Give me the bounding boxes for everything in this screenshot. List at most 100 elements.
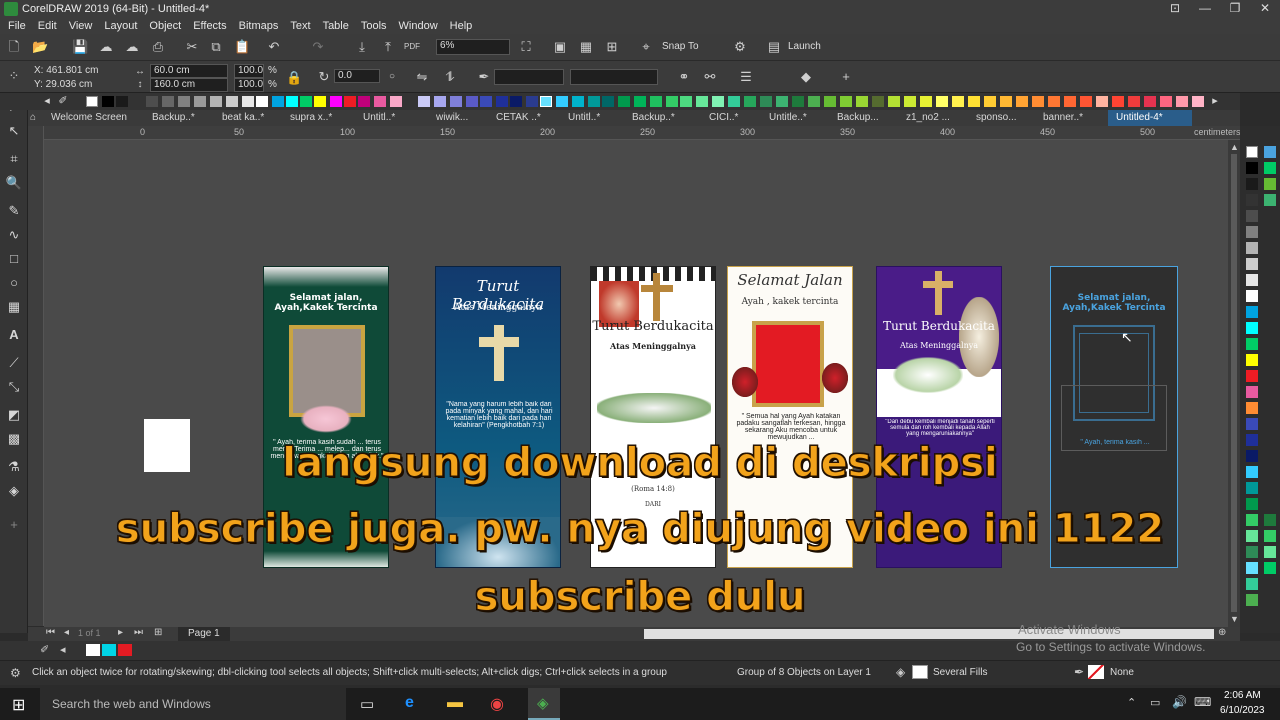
tab-untitled-4-active[interactable]: Untitled-4* bbox=[1108, 110, 1192, 126]
swatch[interactable] bbox=[1246, 466, 1258, 478]
paste-icon[interactable]: 📋 bbox=[234, 40, 250, 54]
swatch[interactable] bbox=[808, 96, 820, 107]
swatch[interactable] bbox=[1246, 210, 1258, 222]
swatch[interactable] bbox=[968, 96, 980, 107]
swatch[interactable] bbox=[760, 96, 772, 107]
add-icon[interactable]: + bbox=[838, 70, 854, 84]
swatch[interactable] bbox=[1176, 96, 1188, 107]
swatch[interactable] bbox=[556, 96, 568, 107]
swatch[interactable] bbox=[936, 96, 948, 107]
swatch-black[interactable] bbox=[1246, 162, 1258, 174]
scroll-up-icon[interactable]: ▲ bbox=[1230, 142, 1239, 152]
close-button[interactable]: ✕ bbox=[1250, 0, 1280, 17]
scroll-down-icon[interactable]: ▼ bbox=[1230, 614, 1239, 624]
swatch[interactable] bbox=[1064, 96, 1076, 107]
swatch[interactable] bbox=[792, 96, 804, 107]
swatch-none[interactable] bbox=[86, 96, 98, 107]
swatch[interactable] bbox=[920, 96, 932, 107]
undo-icon[interactable]: ↶ bbox=[266, 40, 282, 54]
export-icon[interactable]: ⤒ bbox=[380, 40, 396, 54]
swatch[interactable] bbox=[984, 96, 996, 107]
swatch-none[interactable] bbox=[1246, 146, 1258, 158]
snap-to-dropdown[interactable]: Snap To bbox=[662, 41, 699, 52]
tray-volume-icon[interactable]: 🔊 bbox=[1172, 695, 1187, 709]
swatch[interactable] bbox=[1112, 96, 1124, 107]
menu-view[interactable]: View bbox=[69, 20, 93, 32]
swatch[interactable] bbox=[1246, 386, 1258, 398]
swatch[interactable] bbox=[776, 96, 788, 107]
menu-bitmaps[interactable]: Bitmaps bbox=[239, 20, 279, 32]
swatch[interactable] bbox=[712, 96, 724, 107]
rotation-angle-field[interactable]: 0.0 bbox=[334, 69, 380, 83]
swatch[interactable] bbox=[210, 96, 222, 107]
swatch[interactable] bbox=[1264, 530, 1276, 542]
swatch[interactable] bbox=[1246, 402, 1258, 414]
layers-icon[interactable]: ◆ bbox=[798, 70, 814, 84]
swatch[interactable] bbox=[450, 96, 462, 107]
swatch-cyan[interactable] bbox=[102, 644, 116, 656]
swatch[interactable] bbox=[1264, 514, 1276, 526]
swatch[interactable] bbox=[1246, 306, 1258, 318]
swatch[interactable] bbox=[1016, 96, 1028, 107]
ellipse-tool-icon[interactable]: ○ bbox=[5, 275, 23, 291]
swatch[interactable] bbox=[344, 96, 356, 107]
zoom-level-field[interactable]: 6% bbox=[436, 39, 510, 55]
swatch[interactable] bbox=[390, 96, 402, 107]
swatch[interactable] bbox=[1246, 258, 1258, 270]
swatch[interactable] bbox=[466, 96, 478, 107]
mirror-vertical-icon[interactable]: ⥮ bbox=[442, 70, 458, 84]
tab-document[interactable]: Backup... bbox=[837, 110, 879, 126]
menu-text[interactable]: Text bbox=[290, 20, 310, 32]
swatch[interactable] bbox=[1246, 482, 1258, 494]
swatch[interactable] bbox=[840, 96, 852, 107]
position-x[interactable]: X: 461.801 cm bbox=[34, 65, 98, 76]
tab-welcome-screen[interactable]: Welcome Screen bbox=[51, 110, 127, 126]
tab-document[interactable]: supra x..* bbox=[290, 110, 332, 126]
menu-effects[interactable]: Effects bbox=[193, 20, 226, 32]
swatch[interactable] bbox=[116, 96, 128, 107]
show-guidelines-icon[interactable]: ⊞ bbox=[604, 40, 620, 54]
palette-arrow-icon[interactable]: ◂ bbox=[60, 643, 66, 656]
swatch[interactable] bbox=[1246, 450, 1258, 462]
swatch[interactable] bbox=[272, 96, 284, 107]
swatch[interactable] bbox=[540, 96, 552, 107]
swatch[interactable] bbox=[162, 96, 174, 107]
search-box[interactable]: Search the web and Windows bbox=[40, 688, 346, 720]
swatch[interactable] bbox=[1246, 514, 1258, 526]
line-style-field[interactable] bbox=[570, 69, 658, 85]
import-icon[interactable]: ⤓ bbox=[354, 40, 370, 54]
rectangle-tool-icon[interactable]: □ bbox=[5, 251, 23, 267]
coreldraw-taskbar-button[interactable]: ◈ bbox=[528, 688, 560, 720]
swatch[interactable] bbox=[696, 96, 708, 107]
swatch[interactable] bbox=[178, 96, 190, 107]
tray-language-icon[interactable]: ⌨ bbox=[1194, 695, 1211, 709]
swatch[interactable] bbox=[286, 96, 298, 107]
freehand-tool-icon[interactable]: ✎ bbox=[5, 203, 23, 219]
swatch[interactable] bbox=[1246, 498, 1258, 510]
eyedropper-palette-icon[interactable]: ✐ bbox=[56, 93, 70, 109]
swatch[interactable] bbox=[588, 96, 600, 107]
swatch[interactable] bbox=[1246, 290, 1258, 302]
connector-tool-icon[interactable]: ⤡ bbox=[5, 379, 23, 395]
swatch[interactable] bbox=[1246, 322, 1258, 334]
swatch[interactable] bbox=[434, 96, 446, 107]
snap-to-icon[interactable]: ⌖ bbox=[638, 40, 654, 54]
swatch[interactable] bbox=[130, 96, 142, 107]
new-document-icon[interactable]: 🗋 bbox=[6, 40, 22, 54]
horizontal-scrollbar[interactable] bbox=[644, 629, 1214, 639]
tab-document[interactable]: Untitl..* bbox=[363, 110, 395, 126]
tab-document[interactable]: Untitl..* bbox=[568, 110, 600, 126]
cut-icon[interactable]: ✂ bbox=[184, 40, 200, 54]
cloud-download-icon[interactable]: ☁ bbox=[124, 40, 140, 54]
swatch[interactable] bbox=[904, 96, 916, 107]
menu-file[interactable]: File bbox=[8, 20, 26, 32]
swatch[interactable] bbox=[888, 96, 900, 107]
swatch[interactable] bbox=[618, 96, 630, 107]
clock-date[interactable]: 6/10/2023 bbox=[1220, 705, 1265, 716]
edge-browser-icon[interactable]: e bbox=[405, 694, 414, 712]
swatch[interactable] bbox=[1048, 96, 1060, 107]
menu-layout[interactable]: Layout bbox=[104, 20, 137, 32]
tab-document[interactable]: CICI..* bbox=[709, 110, 738, 126]
tab-document[interactable]: z1_no2 ... bbox=[906, 110, 950, 126]
vertical-scrollbar[interactable]: ▲ ▼ bbox=[1228, 140, 1240, 627]
